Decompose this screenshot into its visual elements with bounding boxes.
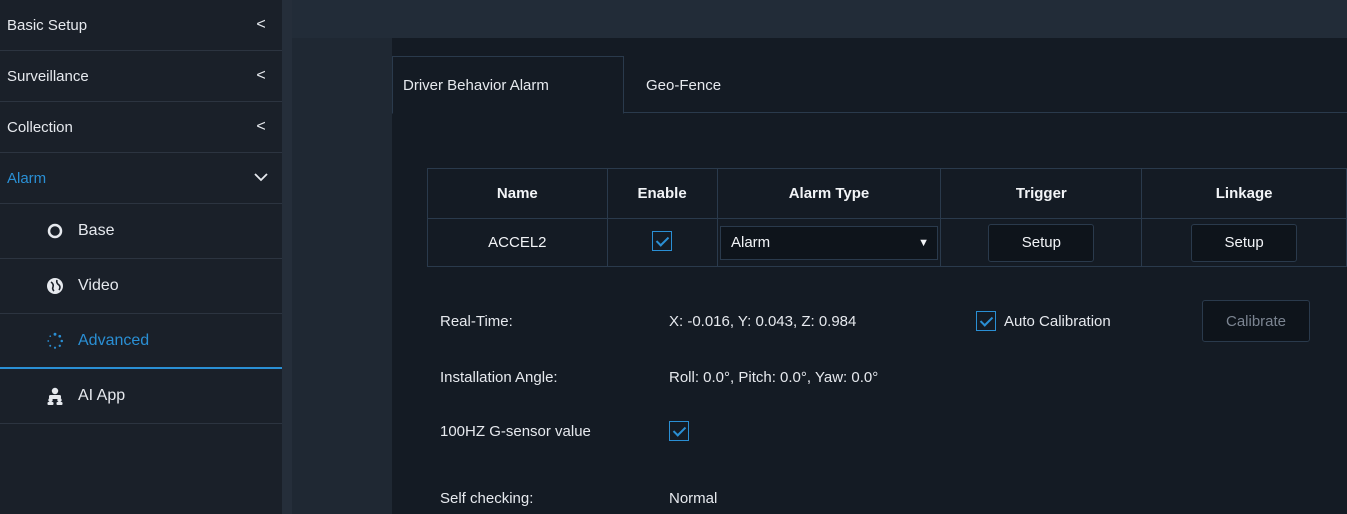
alarm-type-select[interactable]: Alarm ▼ [719,225,938,260]
sidebar: Basic Setup < Surveillance < Collection … [0,0,282,514]
gsensor-label: 100HZ G-sensor value [440,422,591,440]
gsensor-row: 100HZ G-sensor value [440,421,689,441]
linkage-cell: Setup [1141,218,1347,267]
linkage-setup-button[interactable]: Setup [1191,223,1298,262]
self-check-label: Self checking: [440,490,534,507]
column-header-alarm-type: Alarm Type [716,168,942,219]
sidebar-item-collection[interactable]: Collection < [0,102,282,153]
globe-icon [46,277,64,295]
calibrate-button[interactable]: Calibrate [1202,300,1310,342]
sidebar-item-alarm[interactable]: Alarm [0,153,282,204]
auto-calibration: Auto Calibration [976,311,1202,331]
realtime-value: X: -0.016, Y: 0.043, Z: 0.984 [669,312,857,330]
enable-cell [606,218,718,267]
sidebar-subitem-label: Advanced [78,331,150,349]
realtime-row: Real-Time: X: -0.016, Y: 0.043, Z: 0.984… [440,300,1310,342]
sidebar-subitem-video[interactable]: Video [0,259,282,314]
sidebar-subitem-ai-app[interactable]: AI App [0,369,282,424]
sidebar-item-surveillance[interactable]: Surveillance < [0,51,282,102]
installation-label: Installation Angle: [440,369,558,386]
column-header-trigger: Trigger [940,168,1143,219]
column-header-linkage: Linkage [1141,168,1347,219]
caret-down-icon: ▼ [918,236,929,249]
sidebar-subitem-label: AI App [78,387,126,404]
sidebar-item-basic-setup[interactable]: Basic Setup < [0,0,282,51]
tab-bar: Driver Behavior Alarm Geo-Fence [392,56,1347,114]
chevron-left-icon: < [256,118,266,135]
tab-driver-behavior-alarm[interactable]: Driver Behavior Alarm [392,56,624,114]
chevron-left-icon: < [256,16,266,33]
sidebar-item-label: Basic Setup [7,16,88,34]
self-check-value: Normal [669,490,718,507]
sidebar-subitem-advanced[interactable]: Advanced [0,314,282,369]
circle-icon [46,222,64,240]
installation-row: Installation Angle: Roll: 0.0°, Pitch: 0… [440,369,878,386]
gsensor-checkbox[interactable] [669,421,689,441]
trigger-cell: Setup [940,218,1143,267]
users-icon [46,387,64,405]
auto-calibration-checkbox[interactable] [976,311,996,331]
sidebar-scrollbar[interactable] [282,0,292,514]
table-row: ACCEL2 Alarm ▼ Setup Setup [427,218,1347,267]
enable-checkbox[interactable] [652,230,673,251]
content-gutter [292,0,392,514]
main-panel: Driver Behavior Alarm Geo-Fence Name Ena… [392,38,1347,514]
sidebar-subitem-label: Video [78,277,119,294]
sidebar-item-label: Collection [7,118,73,136]
table-header-row: Name Enable Alarm Type Trigger Linkage [427,168,1347,219]
alarm-type-cell: Alarm ▼ [716,218,942,267]
realtime-label: Real-Time: [440,312,513,330]
auto-calibration-label: Auto Calibration [1004,312,1111,330]
sidebar-subitem-base[interactable]: Base [0,204,282,259]
sidebar-subitem-label: Base [78,222,115,239]
sidebar-item-label: Alarm [7,169,47,187]
top-bar [292,0,1347,38]
column-header-name: Name [427,168,608,219]
installation-value: Roll: 0.0°, Pitch: 0.0°, Yaw: 0.0° [669,369,879,386]
self-check-row: Self checking: Normal [440,490,717,507]
tab-geo-fence[interactable]: Geo-Fence [646,56,721,114]
column-header-enable: Enable [606,168,718,219]
sidebar-item-label: Surveillance [7,67,89,85]
chevron-left-icon: < [256,67,266,84]
dots-spinner-icon [46,332,64,350]
alarm-name-cell: ACCEL2 [427,218,608,267]
trigger-setup-button[interactable]: Setup [988,223,1095,262]
alarm-type-value: Alarm [730,234,771,251]
chevron-down-icon [254,169,268,187]
alarm-table: Name Enable Alarm Type Trigger Linkage A… [427,168,1347,267]
